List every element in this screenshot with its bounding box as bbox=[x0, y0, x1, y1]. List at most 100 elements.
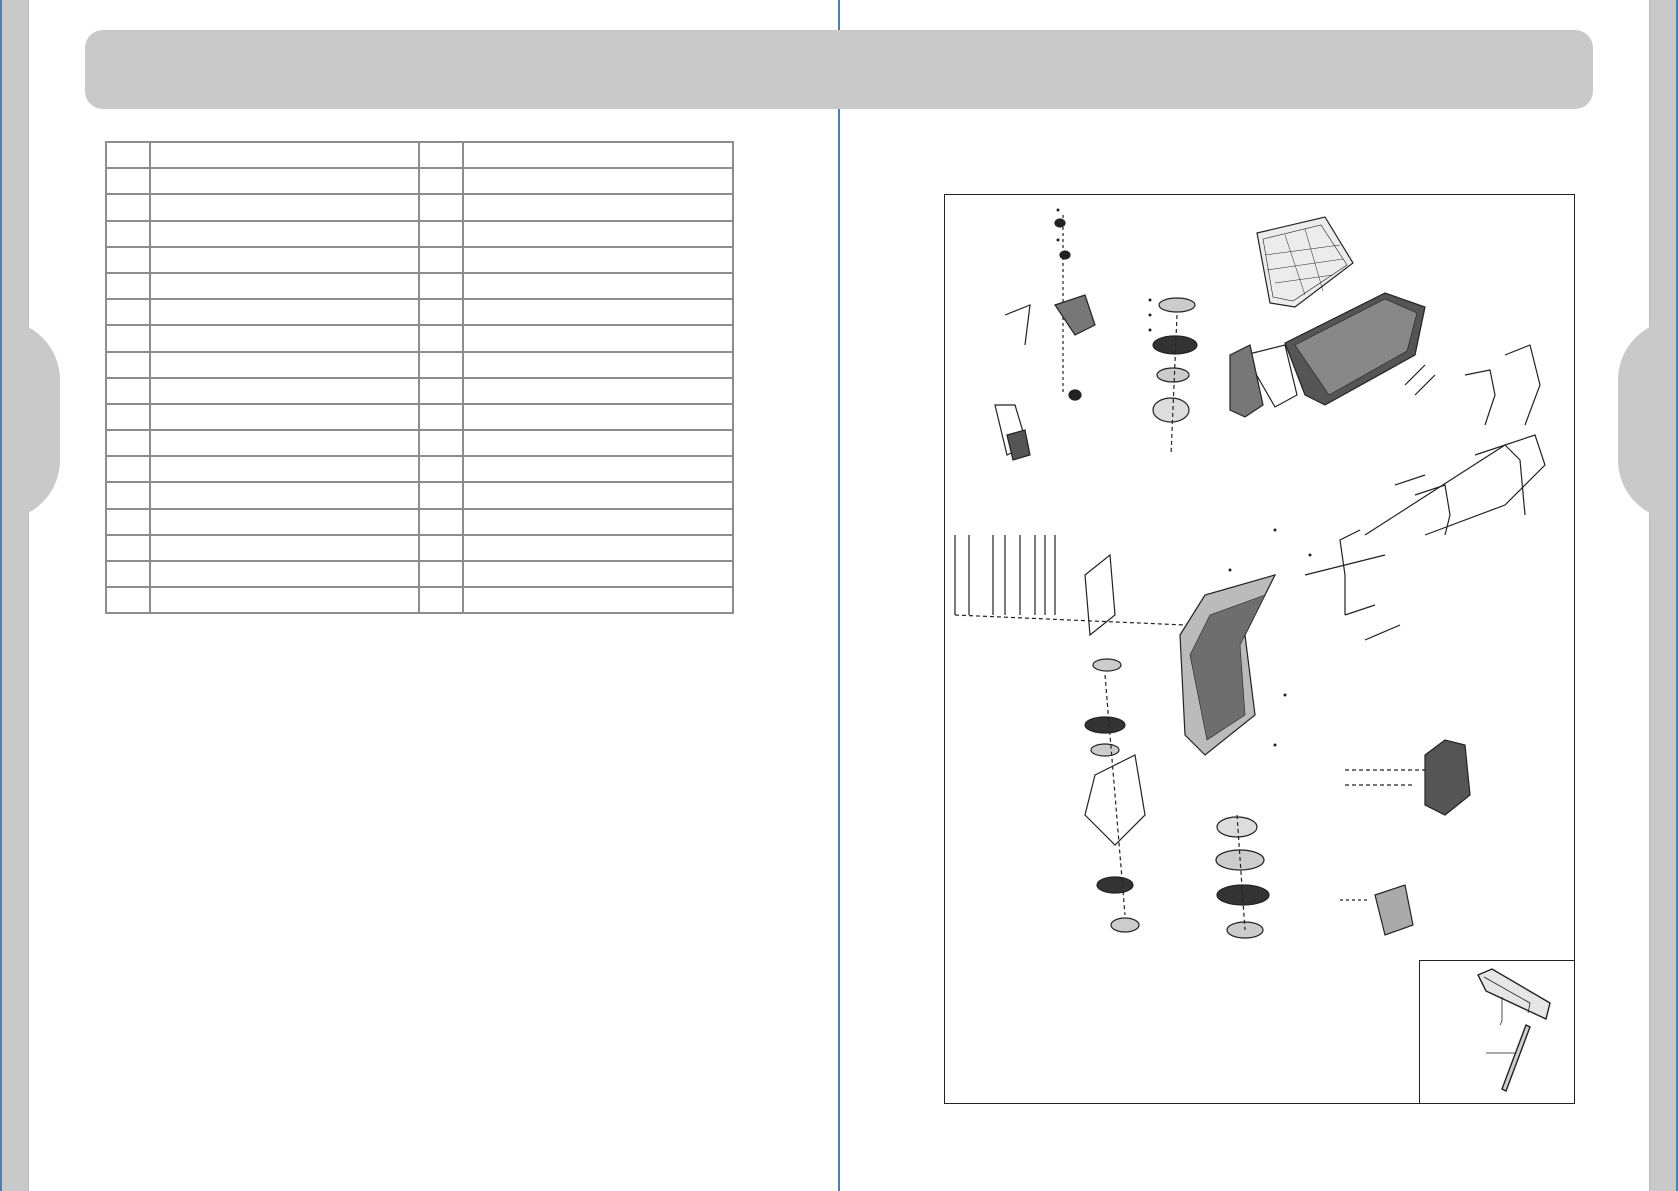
manual-spread bbox=[0, 0, 1678, 1191]
table-cell bbox=[418, 324, 465, 353]
table-cell bbox=[148, 324, 421, 353]
table-cell bbox=[148, 167, 421, 196]
table-cell bbox=[418, 245, 465, 274]
table-cell bbox=[418, 429, 465, 458]
tool-wrench-inset-icon bbox=[1477, 968, 1551, 1092]
table-cell bbox=[418, 167, 465, 196]
left-edge-rule bbox=[0, 0, 2, 1191]
table-row bbox=[105, 167, 734, 196]
table-cell bbox=[462, 324, 734, 353]
right-side-tab bbox=[1618, 320, 1678, 520]
right-side-bar bbox=[1649, 0, 1678, 1191]
table-cell bbox=[418, 298, 465, 327]
tool-inset-panel bbox=[1419, 960, 1574, 1103]
table-cell bbox=[462, 167, 734, 196]
table-cell bbox=[105, 298, 151, 327]
table-cell bbox=[418, 402, 465, 432]
table-cell bbox=[148, 219, 421, 248]
table-cell bbox=[418, 140, 465, 170]
table-cell bbox=[105, 324, 151, 353]
table-cell bbox=[418, 559, 465, 589]
table-row bbox=[105, 481, 734, 510]
table-cell bbox=[462, 507, 734, 536]
table-cell bbox=[148, 533, 421, 563]
table-cell bbox=[148, 586, 421, 615]
table-cell bbox=[148, 245, 421, 274]
header-band bbox=[85, 30, 1593, 109]
table-cell bbox=[105, 219, 151, 248]
table-cell bbox=[462, 586, 734, 615]
table-cell bbox=[418, 193, 465, 222]
table-cell bbox=[105, 376, 151, 405]
table-cell bbox=[418, 350, 465, 379]
table-cell bbox=[105, 481, 151, 510]
table-cell bbox=[462, 402, 734, 432]
table-cell bbox=[462, 559, 734, 589]
table-row bbox=[105, 455, 734, 484]
table-row bbox=[105, 376, 734, 405]
table-cell bbox=[105, 193, 151, 222]
table-row bbox=[105, 429, 734, 458]
table-row bbox=[105, 559, 734, 589]
table-cell bbox=[105, 586, 151, 615]
table-cell bbox=[148, 559, 421, 589]
table-cell bbox=[105, 350, 151, 379]
left-side-bar bbox=[0, 0, 29, 1191]
table-row bbox=[105, 350, 734, 379]
table-row bbox=[105, 324, 734, 353]
table-cell bbox=[418, 586, 465, 615]
table-row bbox=[105, 271, 734, 301]
exploded-view-diagram bbox=[944, 194, 1575, 1104]
table-row bbox=[105, 298, 734, 327]
table-cell bbox=[105, 455, 151, 484]
table-row bbox=[105, 533, 734, 563]
table-cell bbox=[148, 193, 421, 222]
table-cell bbox=[148, 376, 421, 405]
table-row bbox=[105, 245, 734, 274]
table-cell bbox=[148, 350, 421, 379]
table-cell bbox=[105, 271, 151, 301]
table-cell bbox=[418, 455, 465, 484]
table-cell bbox=[148, 402, 421, 432]
table-row bbox=[105, 193, 734, 222]
table-cell bbox=[462, 271, 734, 301]
table-cell bbox=[148, 140, 421, 170]
table-cell bbox=[105, 167, 151, 196]
table-cell bbox=[418, 481, 465, 510]
table-cell bbox=[462, 533, 734, 563]
table-row bbox=[105, 507, 734, 536]
table-cell bbox=[462, 245, 734, 274]
page-fold-rule bbox=[838, 0, 840, 1191]
table-cell bbox=[418, 376, 465, 405]
table-row bbox=[105, 140, 734, 170]
table-cell bbox=[105, 507, 151, 536]
table-row bbox=[105, 402, 734, 432]
table-cell bbox=[105, 402, 151, 432]
table-cell bbox=[105, 559, 151, 589]
table-cell bbox=[462, 429, 734, 458]
table-cell bbox=[462, 219, 734, 248]
table-cell bbox=[462, 350, 734, 379]
table-cell bbox=[148, 298, 421, 327]
table-cell bbox=[148, 271, 421, 301]
table-cell bbox=[148, 507, 421, 536]
table-cell bbox=[418, 507, 465, 536]
table-row bbox=[105, 586, 734, 615]
table-cell bbox=[418, 219, 465, 248]
table-cell bbox=[418, 271, 465, 301]
table-cell bbox=[462, 140, 734, 170]
table-cell bbox=[462, 298, 734, 327]
parts-list-table bbox=[105, 140, 734, 615]
table-cell bbox=[148, 481, 421, 510]
table-cell bbox=[105, 533, 151, 563]
table-cell bbox=[462, 455, 734, 484]
table-cell bbox=[105, 140, 151, 170]
table-cell bbox=[462, 376, 734, 405]
table-cell bbox=[462, 193, 734, 222]
table-cell bbox=[105, 429, 151, 458]
table-cell bbox=[105, 245, 151, 274]
table-cell bbox=[418, 533, 465, 563]
table-cell bbox=[462, 481, 734, 510]
left-side-tab bbox=[0, 320, 60, 520]
table-cell bbox=[148, 429, 421, 458]
